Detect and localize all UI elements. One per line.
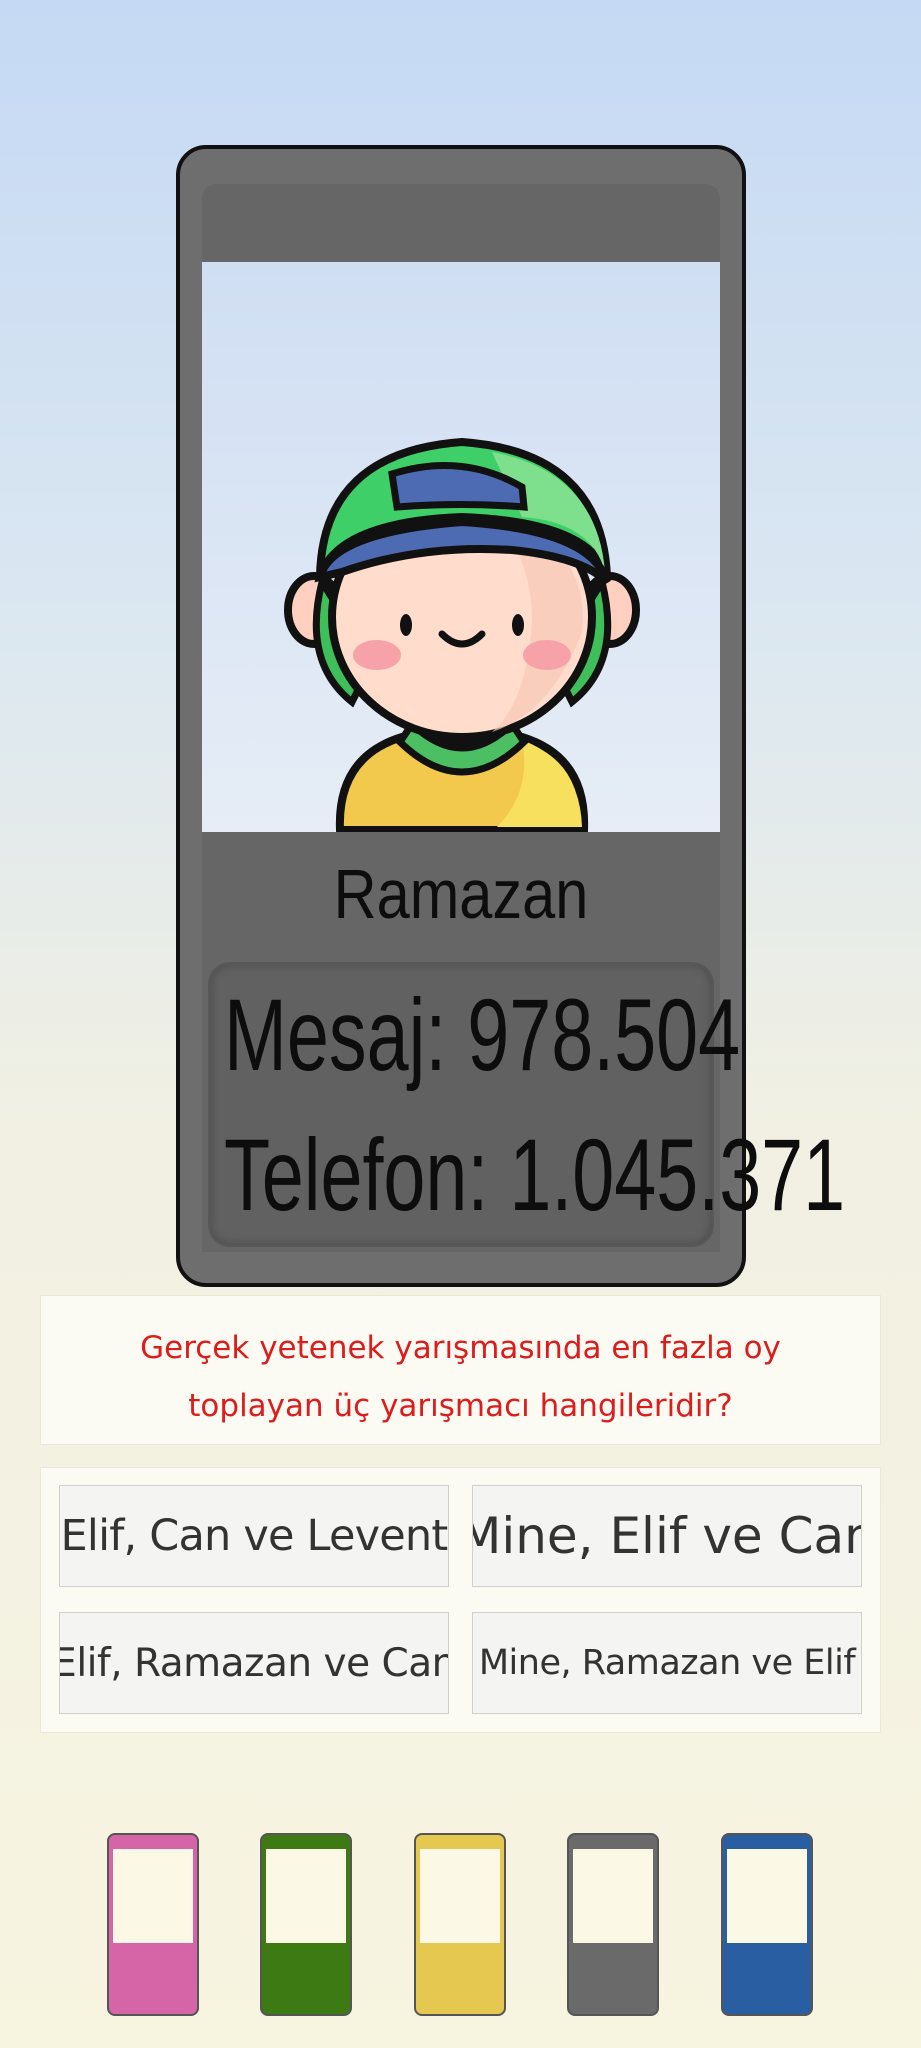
contestant-name: Ramazan bbox=[333, 855, 589, 933]
phone-top-bar bbox=[202, 184, 720, 262]
answer-button-4[interactable]: Mine, Ramazan ve Elif bbox=[472, 1612, 862, 1714]
vote-stats-box: Mesaj: 978.504 Telefon: 1.045.371 bbox=[208, 962, 845, 1247]
green-swatch bbox=[260, 1833, 352, 2016]
answers-box: Elif, Can ve Levent Mine, Elif ve Can El… bbox=[40, 1467, 881, 1733]
message-votes: Mesaj: 978.504 bbox=[224, 978, 741, 1092]
pink-swatch bbox=[107, 1833, 199, 2016]
answer-button-3[interactable]: Elif, Ramazan ve Can bbox=[59, 1612, 449, 1714]
question-box: Gerçek yetenek yarışmasında en fazla oy … bbox=[40, 1295, 881, 1445]
question-line-1: Gerçek yetenek yarışmasında en fazla oy bbox=[140, 1330, 781, 1366]
phone-votes: Telefon: 1.045.371 bbox=[224, 1118, 846, 1232]
phone-card: Ramazan Mesaj: 978.504 Telefon: 1.045.37… bbox=[176, 145, 845, 1287]
answer-button-1[interactable]: Elif, Can ve Levent bbox=[59, 1485, 449, 1587]
boy-avatar-image bbox=[284, 437, 640, 832]
gray-swatch bbox=[567, 1833, 659, 2016]
blue-swatch bbox=[721, 1833, 813, 2016]
avatar-screen bbox=[202, 262, 720, 832]
info-panel: Ramazan Mesaj: 978.504 Telefon: 1.045.37… bbox=[202, 832, 845, 1252]
question-line-2: toplayan üç yarışmacı hangileridir? bbox=[188, 1388, 733, 1424]
question-text: Gerçek yetenek yarışmasında en fazla oy … bbox=[101, 1319, 820, 1435]
yellow-swatch bbox=[414, 1833, 506, 2016]
answer-button-2[interactable]: Mine, Elif ve Can bbox=[472, 1485, 862, 1587]
